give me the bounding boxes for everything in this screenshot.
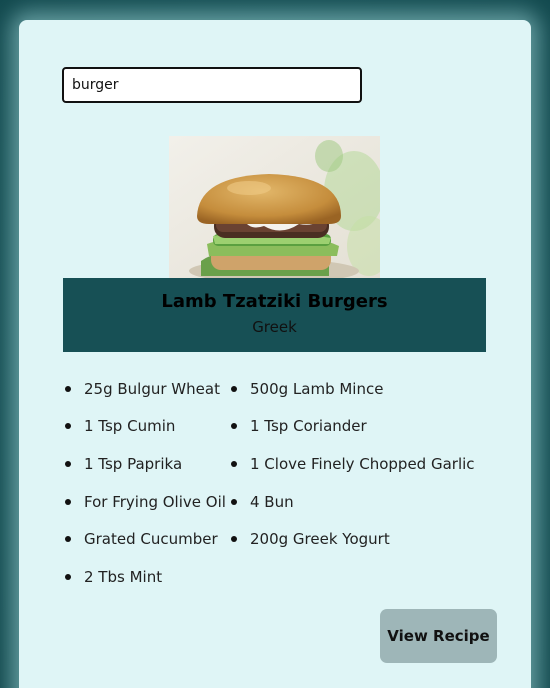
ingredient-text: 2 Tbs Mint bbox=[84, 567, 163, 586]
ingredient-item: For Frying Olive Oil bbox=[63, 483, 229, 521]
ingredient-item: Grated Cucumber bbox=[63, 520, 229, 558]
bullet-icon bbox=[65, 498, 71, 505]
burger-photo bbox=[169, 136, 380, 278]
bullet-icon bbox=[231, 385, 237, 392]
bullet-icon bbox=[231, 536, 237, 543]
ingredient-text: Grated Cucumber bbox=[84, 530, 218, 549]
search-input[interactable] bbox=[62, 67, 362, 103]
ingredient-item: 4 Bun bbox=[229, 483, 503, 521]
ingredient-item: 500g Lamb Mince bbox=[229, 370, 503, 408]
bullet-icon bbox=[65, 423, 71, 430]
ingredient-item: 1 Clove Finely Chopped Garlic bbox=[229, 445, 503, 483]
ingredient-item: 25g Bulgur Wheat bbox=[63, 370, 229, 408]
bullet-icon bbox=[231, 498, 237, 505]
page-background: Lamb Tzatziki Burgers Greek 25g Bulgur W… bbox=[0, 0, 550, 688]
ingredient-item: 200g Greek Yogurt bbox=[229, 520, 503, 558]
bullet-icon bbox=[65, 460, 71, 467]
ingredient-text: For Frying Olive Oil bbox=[84, 492, 226, 511]
ingredient-item: 1 Tsp Coriander bbox=[229, 408, 503, 446]
bullet-icon bbox=[65, 573, 71, 580]
view-recipe-button[interactable]: View Recipe bbox=[380, 609, 497, 663]
ingredient-text: 200g Greek Yogurt bbox=[250, 530, 390, 549]
ingredient-text: 1 Tsp Coriander bbox=[250, 417, 367, 436]
recipe-title: Lamb Tzatziki Burgers bbox=[161, 291, 388, 312]
bullet-icon bbox=[231, 460, 237, 467]
ingredient-item: 2 Tbs Mint bbox=[63, 558, 229, 596]
ingredient-text: 1 Clove Finely Chopped Garlic bbox=[250, 454, 475, 473]
bullet-icon bbox=[231, 423, 237, 430]
ingredient-item: 1 Tsp Cumin bbox=[63, 408, 229, 446]
recipe-cuisine: Greek bbox=[252, 318, 297, 336]
ingredient-text: 1 Tsp Cumin bbox=[84, 417, 176, 436]
ingredient-text: 4 Bun bbox=[250, 492, 294, 511]
ingredient-text: 1 Tsp Paprika bbox=[84, 454, 183, 473]
ingredient-text: 500g Lamb Mince bbox=[250, 379, 384, 398]
ingredient-list: 25g Bulgur Wheat 500g Lamb Mince 1 Tsp C… bbox=[63, 370, 503, 596]
bullet-icon bbox=[65, 385, 71, 392]
ingredient-text: 25g Bulgur Wheat bbox=[84, 379, 220, 398]
ingredient-item: 1 Tsp Paprika bbox=[63, 445, 229, 483]
bullet-icon bbox=[65, 536, 71, 543]
recipe-image bbox=[169, 136, 380, 278]
recipe-card: Lamb Tzatziki Burgers Greek 25g Bulgur W… bbox=[19, 20, 531, 688]
recipe-banner: Lamb Tzatziki Burgers Greek bbox=[63, 278, 486, 352]
